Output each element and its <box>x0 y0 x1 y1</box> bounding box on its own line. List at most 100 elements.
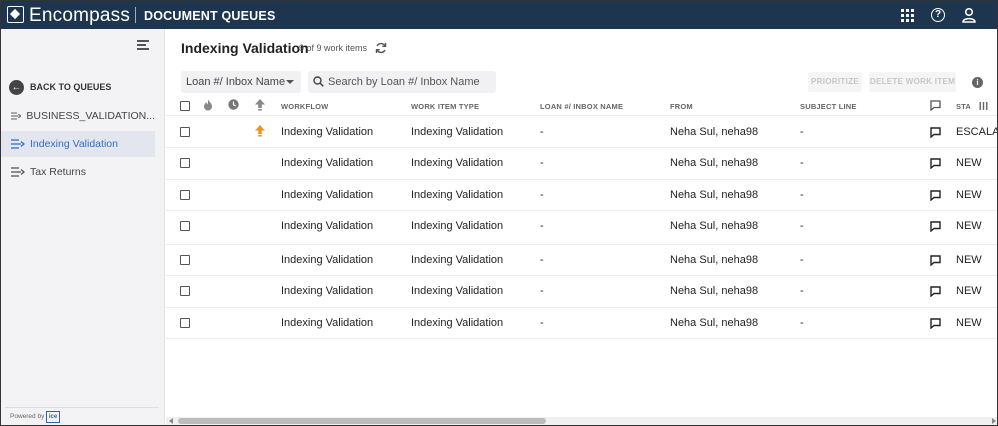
flame-icon[interactable] <box>203 99 213 111</box>
cell-work-item-type: Indexing Validation <box>411 220 504 232</box>
cell-subject-line: - <box>800 220 804 232</box>
scrollbar-thumb[interactable] <box>178 418 546 424</box>
cell-loan-inbox-name: - <box>540 189 544 201</box>
back-to-queues-button[interactable]: ← BACK TO QUEUES <box>9 79 111 95</box>
column-header-subject-line[interactable]: SUBJECT LINE <box>800 102 857 111</box>
cell-workflow: Indexing Validation <box>281 157 374 169</box>
row-checkbox[interactable] <box>180 158 190 168</box>
comment-icon <box>930 100 941 111</box>
priority-arrow-icon[interactable] <box>255 99 265 111</box>
table-row[interactable]: Indexing Validation Indexing Validation - N… <box>166 180 997 211</box>
table-row[interactable]: Indexing Validation Indexing Validation - N… <box>166 308 997 339</box>
delete-work-item-button[interactable]: DELETE WORK ITEM <box>869 72 956 92</box>
row-checkbox[interactable] <box>180 190 190 200</box>
cell-work-item-type: Indexing Validation <box>411 317 504 329</box>
column-settings-icon[interactable] <box>979 101 988 111</box>
cell-workflow: Indexing Validation <box>281 220 374 232</box>
comment-icon[interactable] <box>930 221 941 232</box>
work-item-count: 9 of 9 work items <box>299 43 368 53</box>
cell-workflow: Indexing Validation <box>281 254 374 266</box>
row-checkbox[interactable] <box>180 255 190 265</box>
cell-status: NEW <box>956 317 982 329</box>
module-title: DOCUMENT QUEUES <box>144 9 276 23</box>
column-header-from[interactable]: FROM <box>670 102 693 111</box>
cell-subject-line: - <box>800 157 804 169</box>
cell-from: Neha Sul, neha98 <box>670 285 759 297</box>
table-row[interactable]: Indexing Validation Indexing Validation - N… <box>166 117 998 148</box>
ice-logo: ice <box>46 411 60 423</box>
collapse-menu-icon[interactable] <box>137 40 149 50</box>
cell-workflow: Indexing Validation <box>281 126 374 138</box>
sidebar-item-queue[interactable]: Tax Returns <box>1 159 155 185</box>
column-header-workflow[interactable]: WORKFLOW <box>281 102 328 111</box>
scroll-right-arrow-icon[interactable] <box>992 418 996 424</box>
search-box <box>308 71 496 93</box>
queue-icon <box>11 112 22 120</box>
comment-icon[interactable] <box>930 127 941 138</box>
info-icon[interactable]: i <box>972 77 983 88</box>
cell-loan-inbox-name: - <box>540 254 544 266</box>
cell-from: Neha Sul, neha98 <box>670 189 759 201</box>
page-title: Indexing Validation <box>181 40 309 56</box>
main-content: Indexing Validation 9 of 9 work items Lo… <box>166 29 998 425</box>
select-all-checkbox[interactable] <box>180 101 190 111</box>
comment-icon[interactable] <box>930 318 941 329</box>
search-input[interactable] <box>328 73 492 91</box>
table-row[interactable]: Indexing Validation Indexing Validation - N… <box>166 211 997 245</box>
table-row[interactable]: Indexing Validation Indexing Validation - N… <box>166 148 997 180</box>
cell-from: Neha Sul, neha98 <box>670 220 759 232</box>
clock-icon[interactable] <box>228 99 239 110</box>
table-header: WORKFLOW WORK ITEM TYPE LOAN #/ INBOX NA… <box>166 96 997 116</box>
scroll-left-arrow-icon[interactable] <box>169 418 173 424</box>
search-icon <box>313 76 324 87</box>
cell-loan-inbox-name: - <box>540 285 544 297</box>
cell-status: NEW <box>956 254 982 266</box>
table-row[interactable]: Indexing Validation Indexing Validation - N… <box>166 276 997 308</box>
brand-name: Encompass <box>29 5 131 26</box>
refresh-icon[interactable] <box>374 41 388 55</box>
column-header-loan-inbox-name[interactable]: LOAN #/ INBOX NAME <box>540 102 623 111</box>
row-checkbox[interactable] <box>180 286 190 296</box>
cell-from: Neha Sul, neha98 <box>670 126 759 138</box>
powered-by-text: Powered by <box>10 413 45 420</box>
cell-status: ESCALAT <box>956 126 998 138</box>
cell-workflow: Indexing Validation <box>281 189 374 201</box>
cell-status: NEW <box>956 189 982 201</box>
cell-work-item-type: Indexing Validation <box>411 126 504 138</box>
horizontal-scrollbar[interactable] <box>166 417 997 425</box>
cell-work-item-type: Indexing Validation <box>411 285 504 297</box>
cell-loan-inbox-name: - <box>540 317 544 329</box>
comment-icon[interactable] <box>930 255 941 266</box>
cell-from: Neha Sul, neha98 <box>670 157 759 169</box>
column-header-work-item-type[interactable]: WORK ITEM TYPE <box>411 102 479 111</box>
comment-icon[interactable] <box>930 286 941 297</box>
cell-loan-inbox-name: - <box>540 157 544 169</box>
cell-loan-inbox-name: - <box>540 126 544 138</box>
sidebar-item-label: Indexing Validation <box>30 138 118 150</box>
sidebar-item-queue[interactable]: BUSINESS_VALIDATION... <box>1 103 155 129</box>
user-icon[interactable] <box>961 7 977 23</box>
row-checkbox[interactable] <box>180 127 190 137</box>
sidebar: ← BACK TO QUEUES BUSINESS_VALIDATION... I… <box>1 29 165 425</box>
sidebar-item-label: BUSINESS_VALIDATION... <box>26 110 155 122</box>
sidebar-divider <box>5 407 159 408</box>
apps-grid-icon[interactable] <box>901 9 914 22</box>
sidebar-item-queue[interactable]: Indexing Validation <box>1 131 155 157</box>
comment-icon[interactable] <box>930 158 941 169</box>
cell-loan-inbox-name: - <box>540 220 544 232</box>
cell-workflow: Indexing Validation <box>281 285 374 297</box>
queue-icon <box>11 139 25 149</box>
comment-icon[interactable] <box>930 190 941 201</box>
topbar-divider <box>135 7 136 23</box>
row-checkbox[interactable] <box>180 221 190 231</box>
cell-subject-line: - <box>800 126 804 138</box>
help-icon[interactable]: ? <box>931 8 945 22</box>
table-row[interactable]: Indexing Validation Indexing Validation - N… <box>166 245 997 276</box>
filter-field-select[interactable]: Loan #/ Inbox Name <box>181 71 301 93</box>
cell-subject-line: - <box>800 189 804 201</box>
row-checkbox[interactable] <box>180 318 190 328</box>
app-window: Encompass DOCUMENT QUEUES ? ← BACK TO QU… <box>0 0 998 426</box>
cell-from: Neha Sul, neha98 <box>670 254 759 266</box>
prioritize-button[interactable]: PRIORITIZE <box>808 72 862 92</box>
column-header-status[interactable]: STA <box>956 102 970 111</box>
